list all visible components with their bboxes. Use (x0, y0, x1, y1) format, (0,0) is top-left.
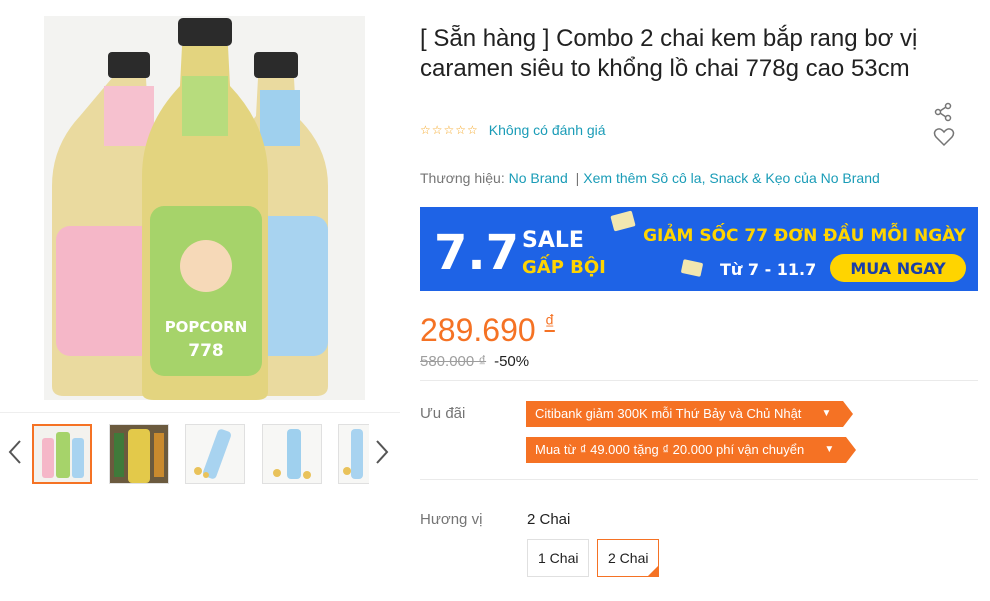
caret-down-icon: ▼ (824, 444, 835, 455)
action-icons (925, 102, 980, 152)
sale-banner[interactable]: 7.7 SALE GẤP BỘI GIẢM SỐC 77 ĐƠN ĐẦU MỖI… (420, 207, 978, 291)
brand-row: Thương hiệu: No Brand | Xem thêm Sô cô la… (420, 170, 880, 186)
promo-tag-2[interactable]: Mua từ ₫ 49.000 tặng ₫ 20.000 phí vận ch… (526, 437, 857, 463)
thumbnail-3[interactable] (185, 424, 245, 484)
promo-label: Ưu đãi (420, 405, 466, 422)
thumbnail-1[interactable] (32, 424, 92, 484)
discount-badge: -50% (494, 353, 530, 370)
svg-text:Từ 7 - 11.7: Từ 7 - 11.7 (720, 260, 816, 279)
brand-more-link[interactable]: Xem thêm Sô cô la, Snack & Kẹo của No Br… (583, 170, 880, 186)
caret-down-icon: ▼ (821, 408, 832, 419)
svg-text:MUA NGAY: MUA NGAY (850, 259, 946, 278)
main-product-image[interactable]: POPCORN 778 (44, 16, 365, 400)
chevron-right-icon[interactable] (375, 439, 389, 472)
old-price-row: 580.000 ₫ -50% (420, 353, 529, 370)
thumbnail-strip (0, 412, 400, 493)
brand-link[interactable]: No Brand (509, 170, 568, 186)
original-price: 580.000 ₫ (420, 353, 487, 370)
product-title: [ Sẵn hàng ] Combo 2 chai kem bắp rang b… (420, 25, 918, 82)
rating-link[interactable]: Không có đánh giá (489, 122, 606, 138)
thumbnail-2[interactable] (109, 424, 169, 484)
thumbnail-4[interactable] (262, 424, 322, 484)
svg-text:SALE: SALE (522, 228, 584, 253)
star-rating-icon: ☆☆☆☆☆ (420, 123, 479, 137)
divider (420, 380, 978, 381)
svg-text:778: 778 (188, 341, 224, 361)
svg-text:POPCORN: POPCORN (165, 318, 248, 336)
variant-label: Hương vị (420, 511, 483, 528)
variant-option-1-chai[interactable]: 1 Chai (527, 539, 590, 577)
chevron-left-icon[interactable] (8, 439, 22, 472)
divider (420, 479, 978, 480)
brand-label: Thương hiệu: (420, 170, 505, 186)
rating-row: ☆☆☆☆☆ Không có đánh giá (420, 122, 606, 138)
share-icon[interactable] (933, 102, 953, 127)
svg-text:GẤP BỘI: GẤP BỘI (522, 254, 606, 278)
variant-option-2-chai[interactable]: 2 Chai (597, 539, 660, 577)
product-gallery: POPCORN 778 (0, 0, 410, 601)
heart-icon[interactable] (933, 127, 955, 152)
svg-text:7.7: 7.7 (434, 225, 519, 281)
promo-tag-1[interactable]: Citibank giảm 300K mỗi Thứ Bảy và Chủ Nh… (526, 401, 854, 427)
variant-selected-value: 2 Chai (527, 511, 571, 528)
thumbnail-5[interactable] (338, 424, 369, 484)
current-price: 289.690 ₫ (420, 312, 555, 348)
